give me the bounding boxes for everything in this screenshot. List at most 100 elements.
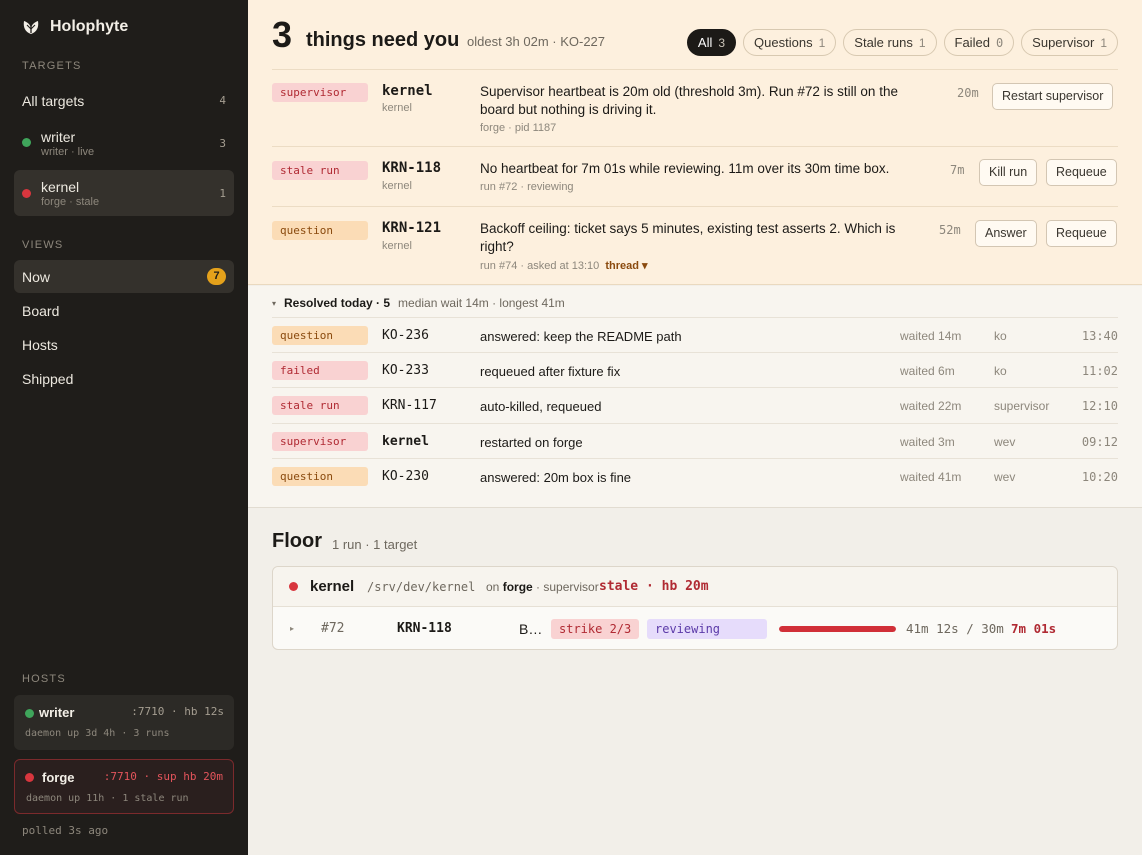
resolved-row[interactable]: failed KO-233 requeued after fixture fix… — [272, 352, 1118, 387]
row-time: 09:12 — [1081, 435, 1118, 449]
requeue-button[interactable]: Requeue — [1046, 159, 1117, 186]
expand-triangle-icon: ▾ — [272, 298, 277, 308]
sidebar-target-writer[interactable]: writer writer · live 3 — [14, 122, 234, 164]
filter-count: 1 — [918, 35, 926, 50]
status-dot-icon — [25, 773, 34, 782]
run-title: B… — [519, 621, 543, 637]
run-ticket: KRN-118 — [397, 621, 452, 636]
resolved-row[interactable]: question KO-236 answered: keep the READM… — [272, 317, 1118, 352]
row-who: supervisor — [994, 399, 1050, 413]
row-id: KO-230 — [382, 469, 429, 484]
sidebar-view-shipped[interactable]: Shipped — [22, 371, 73, 387]
filter-chips: All 3 Questions 1 Stale runs 1 Failed 0 Supe… — [686, 29, 1118, 56]
filter-label: Failed — [954, 35, 990, 50]
item-target: kernel — [382, 240, 412, 252]
run-overrun: 7m 01s — [1011, 621, 1057, 636]
kill-run-button[interactable]: Kill run — [979, 159, 1038, 186]
item-message: Supervisor heartbeat is 20m old (thresho… — [480, 84, 898, 117]
status-dot-icon — [25, 709, 34, 718]
host-meta: :7710 · sup hb 20m — [103, 770, 223, 783]
holophyte-logo-icon — [23, 21, 39, 34]
kind-tag: stale run — [272, 396, 368, 415]
host-card-writer[interactable]: writer :7710 · hb 12s daemon up 3d 4h · … — [14, 695, 234, 750]
sidebar: Holophyte TARGETS All targets 4 writer w… — [0, 0, 248, 855]
host-sub: daemon up 3d 4h · 3 runs — [25, 728, 170, 739]
host-meta: :7710 · hb 12s — [131, 705, 224, 718]
item-age: 52m — [939, 223, 961, 237]
filter-questions[interactable]: Questions 1 — [743, 29, 837, 56]
sidebar-target-all[interactable]: All targets 4 — [14, 88, 234, 112]
run-elapsed: 41m 12s / 30m — [906, 621, 1004, 636]
row-wait: waited 14m — [900, 329, 962, 343]
run-number: #72 — [321, 621, 345, 636]
filter-label: Stale runs — [854, 35, 913, 50]
sidebar-view-board[interactable]: Board — [22, 303, 59, 319]
row-time: 12:10 — [1081, 399, 1118, 413]
now-count-badge: 7 — [207, 268, 226, 285]
run-row[interactable]: ▸ #72 KRN-118 B… strike 2/3 reviewing 41… — [273, 607, 1117, 651]
item-meta: run #72 · reviewing — [480, 181, 574, 193]
requeue-button[interactable]: Requeue — [1046, 220, 1117, 247]
resolved-toggle[interactable]: ▾ Resolved today · 5 median wait 14m · l… — [272, 296, 565, 310]
target-stale-status: stale · hb 20m — [599, 579, 709, 594]
floor-title: Floor — [272, 530, 322, 552]
target-label: writer — [41, 129, 76, 145]
filter-all[interactable]: All 3 — [686, 29, 737, 56]
row-wait: waited 41m — [900, 470, 962, 484]
polled-status: polled 3s ago — [22, 824, 109, 837]
row-time: 11:02 — [1081, 364, 1118, 378]
filter-count: 1 — [818, 35, 826, 50]
floor-target-header[interactable]: kernel /srv/dev/kernel on forge · superv… — [273, 567, 1117, 607]
hosts-section-label: HOSTS — [22, 673, 66, 685]
item-id[interactable]: KRN-118 — [382, 160, 441, 176]
item-id[interactable]: kernel — [382, 83, 433, 99]
target-host-info: on forge · supervisor — [486, 580, 599, 594]
item-id[interactable]: KRN-121 — [382, 220, 441, 236]
brand[interactable]: Holophyte — [22, 18, 128, 36]
row-id: kernel — [382, 434, 429, 449]
filter-failed[interactable]: Failed 0 — [943, 29, 1015, 56]
need-item: question KRN-121 kernel Backoff ceiling:… — [272, 206, 1118, 284]
filter-count: 1 — [1100, 35, 1107, 50]
host-card-forge[interactable]: forge :7710 · sup hb 20m daemon up 11h ·… — [14, 759, 234, 814]
kind-tag: failed — [272, 361, 368, 380]
host-sub: daemon up 11h · 1 stale run — [26, 793, 189, 804]
expand-caret-icon[interactable]: ▸ — [290, 624, 294, 633]
answer-button[interactable]: Answer — [975, 220, 1037, 247]
views-section-label: VIEWS — [22, 239, 64, 251]
floor-subtitle: 1 run · 1 target — [332, 537, 418, 552]
needs-count: 3 — [272, 14, 293, 55]
target-count: 1 — [219, 187, 226, 200]
restart-supervisor-button[interactable]: Restart supervisor — [992, 83, 1114, 110]
host-name: forge — [502, 580, 533, 594]
host-name: forge — [42, 770, 75, 785]
kind-tag: question — [272, 467, 368, 486]
sidebar-target-kernel[interactable]: kernel forge · stale 1 — [14, 170, 234, 216]
thread-toggle[interactable]: thread ▾ — [605, 260, 647, 272]
item-message: Backoff ceiling: ticket says 5 minutes, … — [480, 221, 896, 254]
kind-tag: question — [272, 221, 368, 240]
needs-panel: 3 things need you oldest 3h 02m · KO-227… — [248, 0, 1142, 285]
resolved-row[interactable]: stale run KRN-117 auto-killed, requeued … — [272, 387, 1118, 422]
filter-stale-runs[interactable]: Stale runs 1 — [843, 29, 937, 56]
kind-tag: supervisor — [272, 83, 368, 102]
item-target: kernel — [382, 102, 412, 114]
sidebar-view-hosts[interactable]: Hosts — [22, 337, 58, 353]
row-id: KRN-117 — [382, 398, 437, 413]
row-message: answered: 20m box is fine — [480, 470, 632, 485]
timebox-progress-fill — [779, 626, 896, 632]
sidebar-view-now[interactable]: Now 7 — [14, 260, 234, 293]
resolved-row[interactable]: supervisor kernel restarted on forge wai… — [272, 423, 1118, 458]
resolved-section: ▾ Resolved today · 5 median wait 14m · l… — [248, 286, 1142, 508]
host-name: writer — [39, 705, 75, 720]
floor-target-card: kernel /srv/dev/kernel on forge · superv… — [272, 566, 1118, 650]
resolved-row[interactable]: question KO-230 answered: 20m box is fin… — [272, 458, 1118, 493]
row-who: wev — [994, 470, 1016, 484]
row-id: KO-233 — [382, 363, 429, 378]
item-target: kernel — [382, 180, 412, 192]
target-name: kernel — [310, 578, 355, 595]
need-item: supervisor kernel kernel Supervisor hear… — [272, 69, 1118, 146]
filter-supervisor[interactable]: Supervisor 1 — [1021, 29, 1118, 56]
targets-section-label: TARGETS — [22, 60, 82, 72]
app-name: Holophyte — [50, 18, 129, 35]
